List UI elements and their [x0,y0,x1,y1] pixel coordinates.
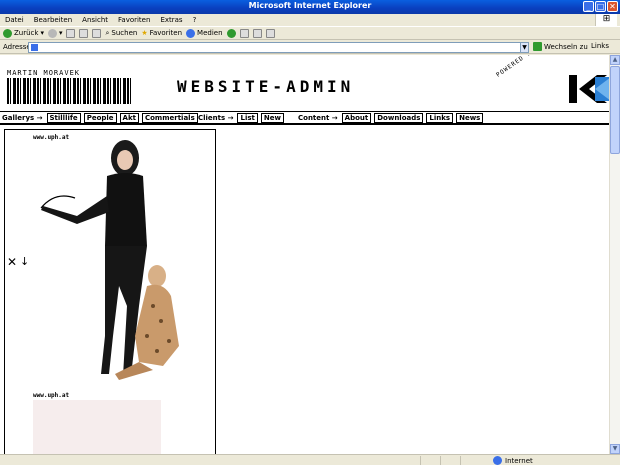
address-label: Adresse [3,43,31,51]
address-input[interactable] [28,42,528,53]
nav-content: Content → About Downloads Links News [298,113,484,123]
back-label: Zurück [14,29,39,37]
star-icon: ★ [141,29,148,37]
media-button[interactable]: Medien [186,28,223,38]
go-arrow-icon [533,42,542,51]
refresh-icon[interactable] [79,28,89,38]
media-icon [186,28,196,38]
nav-links-button[interactable]: Links [426,113,454,123]
nav-akt-button[interactable]: Akt [119,113,139,123]
home-icon[interactable] [92,28,102,38]
menu-ansicht[interactable]: Ansicht [82,16,108,24]
delete-icon[interactable]: ✕ [7,255,17,269]
brand-name: MARTIN MORAVEK [7,69,81,77]
menu-favoriten[interactable]: Favoriten [118,16,150,24]
maximize-button[interactable]: □ [595,1,606,12]
search-label: Suchen [111,29,138,37]
site-header: MARTIN MORAVEK WEBSITE-ADMIN POWERED BY [7,55,609,107]
forward-button[interactable]: ▾ [47,28,63,38]
windows-logo-icon: ⊞ [595,14,617,26]
search-icon: ⌕ [105,28,110,37]
scroll-up-arrow-icon[interactable]: ▲ [610,55,620,65]
links-button[interactable]: Links [591,42,609,50]
nav-news-button[interactable]: News [456,113,484,123]
nav-commertials-button[interactable]: Commertials [141,113,198,123]
back-button[interactable]: Zurück ▾ [3,28,44,38]
close-button[interactable]: ✕ [607,1,618,12]
scrollbar-thumb[interactable] [610,66,620,154]
k-logo-icon [569,75,609,103]
status-pane [420,456,421,465]
media-label: Medien [197,29,223,37]
zone-label: Internet [505,456,533,465]
browser-toolbar: Zurück ▾ ▾ ⌕ Suchen ★ Favoriten Medien [0,26,620,40]
chevron-down-icon[interactable]: ▾ [40,29,44,37]
clients-label: Clients → [198,114,234,122]
address-dropdown-button[interactable]: ▼ [520,42,529,53]
page-viewport: MARTIN MORAVEK WEBSITE-ADMIN POWERED BY … [0,55,609,454]
globe-icon [493,456,502,465]
security-zone: Internet [493,456,533,465]
vertical-scrollbar[interactable]: ▲ ▼ [609,55,620,454]
admin-nav: Gallerys → Stilllife People Akt Commerti… [0,111,609,125]
menu-bearbeiten[interactable]: Bearbeiten [34,16,72,24]
search-button[interactable]: ⌕ Suchen [105,29,137,38]
nav-people-button[interactable]: People [83,113,117,123]
nav-gallerys: Gallerys → Stilllife People Akt Commerti… [2,113,198,123]
go-button[interactable]: Wechseln zu [533,42,588,51]
nav-about-button[interactable]: About [341,113,372,123]
content-label: Content → [298,114,338,122]
mail-icon[interactable] [239,28,249,38]
forward-arrow-icon [47,28,57,38]
barcode-logo [7,78,132,104]
favorites-button[interactable]: ★ Favoriten [141,29,182,37]
nav-downloads-button[interactable]: Downloads [374,113,424,123]
window-titlebar: Microsoft Internet Explorer _ □ ✕ [0,0,620,14]
gallery-photo[interactable] [33,400,161,454]
powered-by-label: POWERED BY [495,55,537,79]
favorites-label: Favoriten [149,29,183,37]
gallery-panel: www.uph.at ✕ ↓ www.uph.at [4,129,216,454]
print-icon[interactable] [252,28,262,38]
nav-clients: Clients → List New [198,113,284,123]
go-label: Wechseln zu [544,42,588,51]
gallery-photo[interactable] [35,136,215,390]
nav-new-button[interactable]: New [260,113,284,123]
minimize-button[interactable]: _ [583,1,594,12]
chevron-down-icon[interactable]: ▾ [59,29,63,37]
stop-icon[interactable] [66,28,76,38]
move-down-icon[interactable]: ↓ [20,255,29,268]
status-bar: Internet [0,454,620,465]
scroll-down-arrow-icon[interactable]: ▼ [610,444,620,454]
photo-credit: www.uph.at [33,392,70,399]
address-bar: Adresse ▼ Wechseln zu Links [0,41,620,54]
site-title: WEBSITE-ADMIN [177,77,355,96]
menu-datei[interactable]: Datei [5,16,24,24]
back-arrow-icon [3,28,12,38]
window-title: Microsoft Internet Explorer [248,1,372,10]
edit-icon[interactable] [265,28,275,38]
nav-list-button[interactable]: List [237,113,258,123]
page-icon [31,44,38,51]
history-icon[interactable] [226,28,236,38]
nav-stilllife-button[interactable]: Stilllife [46,113,81,123]
status-pane [460,456,461,465]
menu-extras[interactable]: Extras [160,16,182,24]
menu-help[interactable]: ? [193,16,197,24]
gallerys-label: Gallerys → [2,114,43,122]
menu-bar: Datei Bearbeiten Ansicht Favoriten Extra… [0,14,620,26]
status-pane [440,456,441,465]
